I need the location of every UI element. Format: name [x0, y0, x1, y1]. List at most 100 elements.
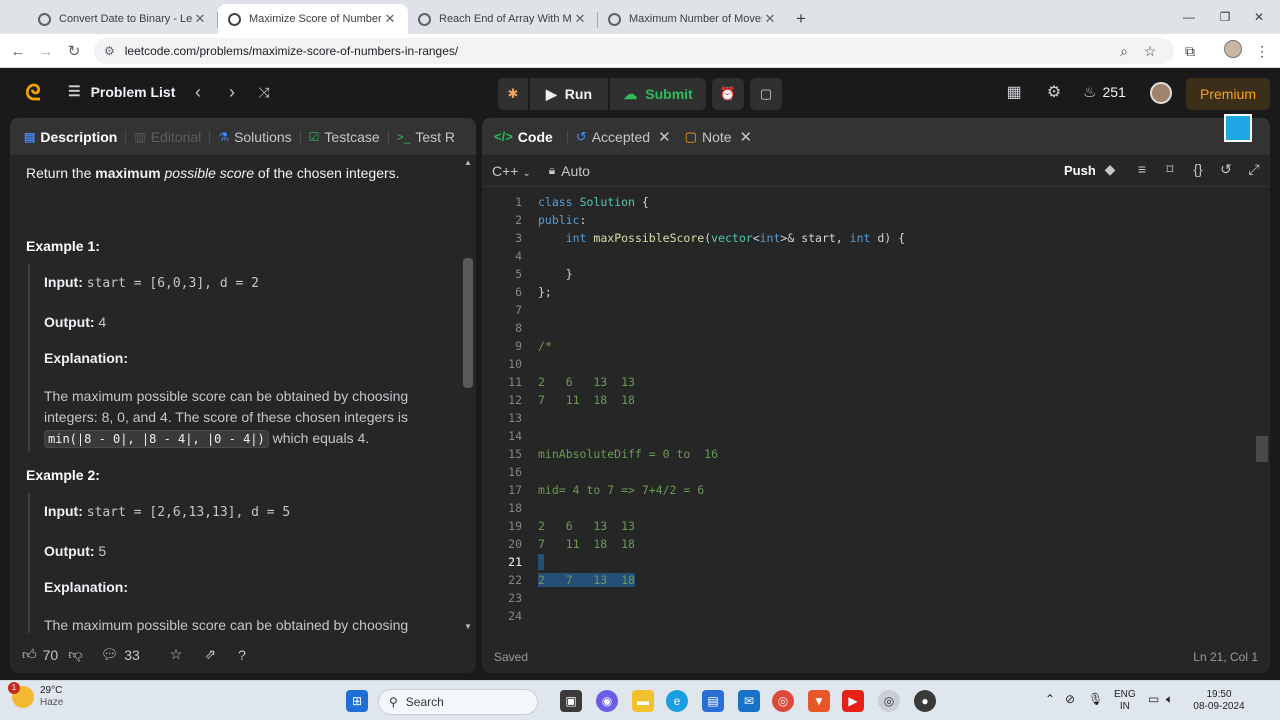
tab-test-result[interactable]: >_ Test R: [397, 129, 455, 145]
daily-streak[interactable]: ♨ 251: [1083, 83, 1126, 101]
braces-icon[interactable]: {}: [1188, 161, 1208, 177]
youtube-icon[interactable]: ▶: [842, 690, 864, 712]
tab-description[interactable]: ▤ Description: [24, 129, 117, 145]
volume-icon[interactable]: 🔈︎: [1166, 693, 1173, 705]
description-scrollbar[interactable]: ▲ ▼: [463, 158, 473, 631]
close-tab-icon[interactable]: ✕: [192, 11, 208, 27]
new-tab-button[interactable]: +: [788, 4, 814, 34]
close-tab-icon[interactable]: ✕: [762, 11, 778, 27]
tab-note[interactable]: ▢ Note ✕: [685, 128, 752, 146]
fullscreen-icon[interactable]: ⤢: [1244, 161, 1264, 178]
windows-start-icon[interactable]: ⊞: [346, 690, 368, 712]
brave-browser-icon[interactable]: ▼: [808, 690, 830, 712]
clock[interactable]: 19:50 08-09-2024: [1186, 689, 1252, 713]
prev-problem-chevron-icon[interactable]: ‹: [188, 82, 208, 103]
chrome-icon[interactable]: ◎: [772, 690, 794, 712]
close-icon[interactable]: ✕: [740, 128, 753, 146]
scroll-down-icon[interactable]: ▼: [464, 622, 472, 631]
tab-code[interactable]: </> Code: [494, 129, 553, 145]
explanation-label: Explanation:: [44, 579, 129, 595]
browser-tab-active[interactable]: Maximize Score of Numbers in ✕: [218, 4, 408, 34]
chrome-active-icon[interactable]: ◎: [878, 690, 900, 712]
notes-button[interactable]: ▢: [750, 78, 782, 110]
zoom-icon[interactable]: ⌕: [1114, 41, 1134, 61]
tab-solutions[interactable]: ⚗ Solutions: [218, 129, 291, 145]
close-tab-icon[interactable]: ✕: [572, 11, 588, 27]
display-icon[interactable]: ▭: [1148, 693, 1159, 705]
file-explorer-icon[interactable]: ▬: [632, 690, 654, 712]
next-problem-chevron-icon[interactable]: ›: [222, 82, 242, 103]
debug-button[interactable]: ✱: [498, 78, 528, 110]
shuffle-icon[interactable]: ⤨: [254, 84, 274, 101]
floating-widget-icon[interactable]: [1224, 114, 1252, 142]
code-line: 1 class Solution {: [482, 193, 1252, 211]
input-value: start = [6,0,3], d = 2: [86, 276, 259, 291]
settings-gear-icon[interactable]: ⚙: [1043, 82, 1065, 102]
thumbs-up-icon[interactable]: 👍︎: [22, 646, 37, 663]
browser-profile-avatar[interactable]: [1224, 40, 1242, 58]
network-off-icon[interactable]: ⊘: [1065, 693, 1075, 705]
editor-scrollbar-thumb[interactable]: [1256, 436, 1268, 462]
tab-label: Note: [701, 128, 732, 145]
run-button[interactable]: ▶ Run: [530, 78, 608, 110]
tab-divider: [299, 129, 301, 144]
code-editor[interactable]: 1 class Solution { 2 public: 3 int maxPo…: [482, 192, 1270, 632]
taskbar-search[interactable]: ⚲ Search: [378, 689, 538, 715]
bookmark-star-icon[interactable]: ☆: [1140, 41, 1160, 61]
layout-grid-icon[interactable]: ▦: [1003, 82, 1025, 102]
thumbs-down-icon[interactable]: 👎︎: [68, 646, 82, 663]
store-icon[interactable]: ▤: [702, 690, 724, 712]
output-label: Output:: [44, 314, 95, 330]
comment-icon[interactable]: 💬︎: [100, 646, 118, 663]
language-indicator[interactable]: ENG IN: [1114, 689, 1136, 713]
premium-button[interactable]: Premium: [1186, 78, 1270, 110]
extensions-icon[interactable]: ⧉: [1180, 41, 1200, 61]
back-arrow-icon[interactable]: ←: [8, 41, 28, 61]
problem-list-button[interactable]: ☰ Problem List: [68, 83, 175, 100]
browser-tab[interactable]: Maximum Number of Moves to ✕: [598, 4, 788, 34]
close-window-button[interactable]: ✕: [1236, 0, 1280, 34]
tab-testcase[interactable]: ☑ Testcase: [309, 129, 380, 145]
close-icon[interactable]: ✕: [658, 128, 671, 146]
autocomplete-mode[interactable]: Auto: [561, 163, 590, 179]
recording-app-icon[interactable]: ●: [914, 690, 936, 712]
task-view-icon[interactable]: ▣: [560, 690, 582, 712]
share-icon[interactable]: ⇗: [204, 646, 216, 663]
browser-tab[interactable]: Reach End of Array With Max S ✕: [408, 4, 598, 34]
scroll-up-icon[interactable]: ▲: [464, 158, 472, 167]
chat-icon[interactable]: ◉: [596, 690, 618, 712]
site-info-icon[interactable]: ⚙: [104, 44, 115, 58]
favorite-star-icon[interactable]: ☆: [170, 646, 183, 663]
browser-tab[interactable]: Convert Date to Binary - LeetCo ✕: [28, 4, 218, 34]
code-text: public:: [538, 213, 587, 227]
forward-arrow-icon[interactable]: →: [36, 41, 56, 61]
mail-icon[interactable]: ✉: [738, 690, 760, 712]
tray-overflow-icon[interactable]: ⌃: [1045, 693, 1055, 705]
weather-widget[interactable]: 1 29°C Haze: [8, 682, 63, 709]
url-field[interactable]: ⚙ leetcode.com/problems/maximize-score-o…: [94, 38, 1174, 64]
git-icon[interactable]: ◆: [1100, 161, 1120, 178]
help-icon[interactable]: ?: [238, 647, 246, 663]
timer-button[interactable]: ⏰: [712, 78, 744, 110]
leetcode-logo-icon[interactable]: ᘓ: [22, 80, 44, 105]
edge-browser-icon[interactable]: e: [666, 690, 688, 712]
microphone-icon[interactable]: 🎙︎: [1088, 693, 1103, 705]
reset-icon[interactable]: ↺: [1216, 161, 1236, 178]
submit-button[interactable]: ☁ Submit: [610, 78, 706, 110]
user-avatar[interactable]: [1150, 82, 1172, 104]
tab-divider: [209, 129, 211, 144]
close-tab-icon[interactable]: ✕: [382, 11, 398, 27]
tab-editorial[interactable]: ▥ Editorial: [134, 129, 201, 145]
format-lines-icon[interactable]: ≡: [1132, 161, 1152, 177]
language-select[interactable]: C++ ⌄: [492, 163, 531, 179]
windows-taskbar: 1 29°C Haze ⊞ ⚲ Search ▣ ◉ ▬ e ▤ ✉ ◎ ▼ ▶…: [0, 680, 1280, 720]
scrollbar-thumb[interactable]: [463, 258, 473, 388]
reload-icon[interactable]: ↻: [64, 41, 84, 61]
bookmark-icon[interactable]: ⌑: [1160, 161, 1180, 178]
code-line: 14: [482, 427, 1252, 445]
code-line: 8: [482, 319, 1252, 337]
more-menu-icon[interactable]: ⋮: [1252, 41, 1272, 61]
line-number: 15: [508, 447, 522, 461]
push-button[interactable]: Push: [1064, 163, 1096, 178]
tab-accepted[interactable]: ↺ Accepted ✕: [576, 128, 671, 146]
